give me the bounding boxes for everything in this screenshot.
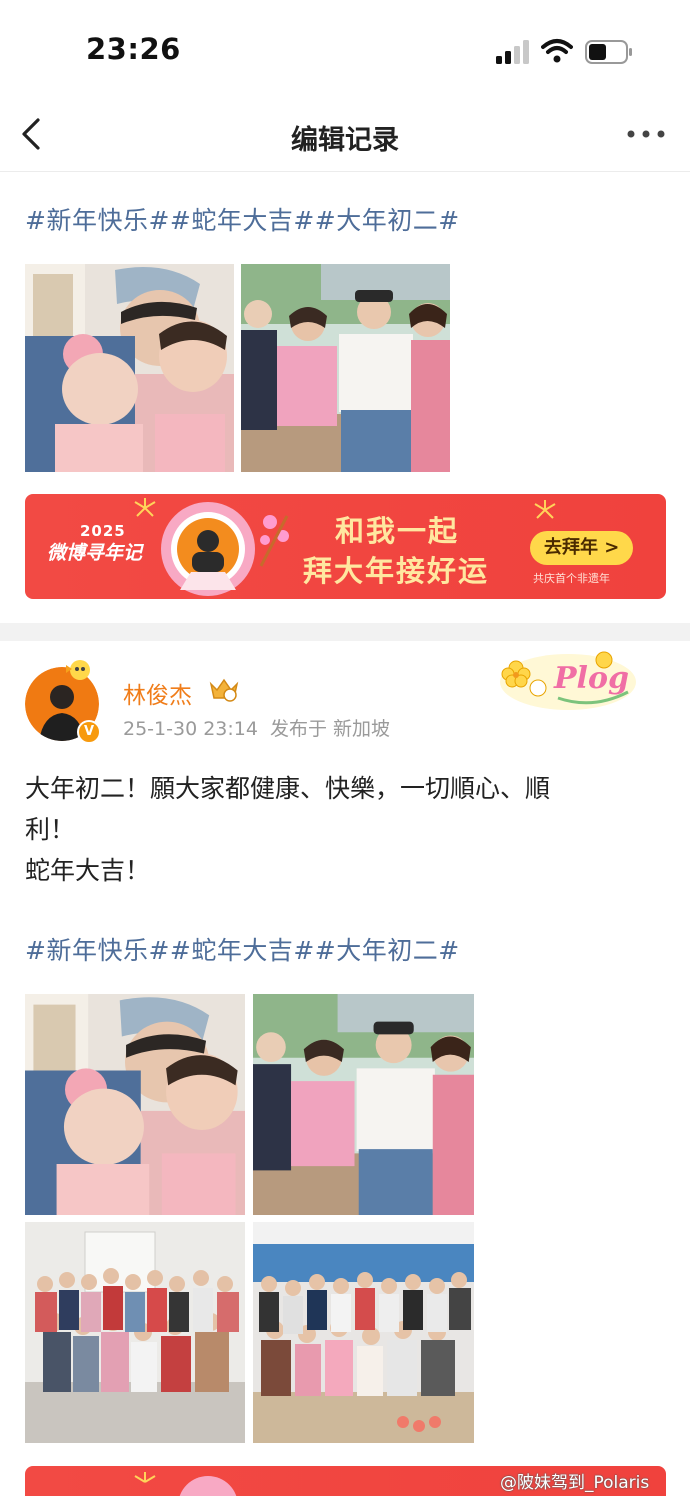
section-divider [0,623,690,641]
hashtag-links[interactable]: #新年快乐##蛇年大吉##大年初二# [25,201,460,237]
photo-thumbnail[interactable] [25,1222,245,1443]
avatar-ornament-icon [66,660,90,680]
hashtag-links[interactable]: #新年快乐##蛇年大吉##大年初二# [25,931,460,967]
page-title: 编辑记录 [291,125,399,156]
banner-tagline: 共庆首个非遗年 [533,572,610,585]
banner-slogan-line2: 拜大年接好运 [303,554,490,588]
battery-icon [585,40,632,64]
cellular-signal-icon [496,40,529,64]
post-timestamp: 25-1-30 23:14 [123,718,258,740]
photo-thumbnail[interactable] [25,264,234,472]
post-text-line: 利！ [25,815,76,844]
photo-man-with-babies [25,994,245,1215]
photo-thumbnail[interactable] [25,994,245,1215]
photo-thumbnail[interactable] [253,1222,474,1443]
watermark: @陂妹驾到_Polaris [500,1473,650,1493]
photo-thumbnail[interactable] [253,994,474,1215]
photo-family-group [241,264,450,472]
nav-bar: 编辑记录 [0,100,690,172]
plog-sticker-icon: Plog [500,651,636,710]
photo-family-group [253,994,474,1215]
post-text-line: 大年初二！願大家都健康、快樂，一切順心、順 [25,774,551,803]
post-location: 发布于 新加坡 [269,718,390,740]
status-time: 23:26 [86,32,181,66]
post-text-line: 蛇年大吉！ [25,856,151,885]
banner-cta-button[interactable]: 去拜年 > [530,531,634,565]
promo-banner[interactable]: 2025 微博寻年记 和我一起 拜大年接好运 去拜年 > 共庆首个非遗年 [25,494,666,599]
banner-brand: 微博寻年记 [47,542,143,564]
svg-text:Plog: Plog [553,661,629,696]
photo-large-family-indoor [25,1222,245,1443]
post-body: 大年初二！願大家都健康、快樂，一切順心、順 利！ 蛇年大吉！ [25,768,645,891]
photo-man-with-babies [25,264,234,472]
more-button[interactable] [624,122,668,146]
banner-slogan-line1: 和我一起 [335,514,460,548]
wifi-icon [541,39,573,63]
verified-badge-icon: V [77,720,101,744]
status-bar: 23:26 [0,0,690,100]
photo-thumbnail[interactable] [241,264,450,472]
author-name[interactable]: 林俊杰 [123,676,192,710]
vip-crown-icon [209,678,239,702]
post-meta: 25-1-30 23:14 发布于 新加坡 [123,714,390,741]
photo-large-family-party [253,1222,474,1443]
more-dots-icon [627,130,665,138]
